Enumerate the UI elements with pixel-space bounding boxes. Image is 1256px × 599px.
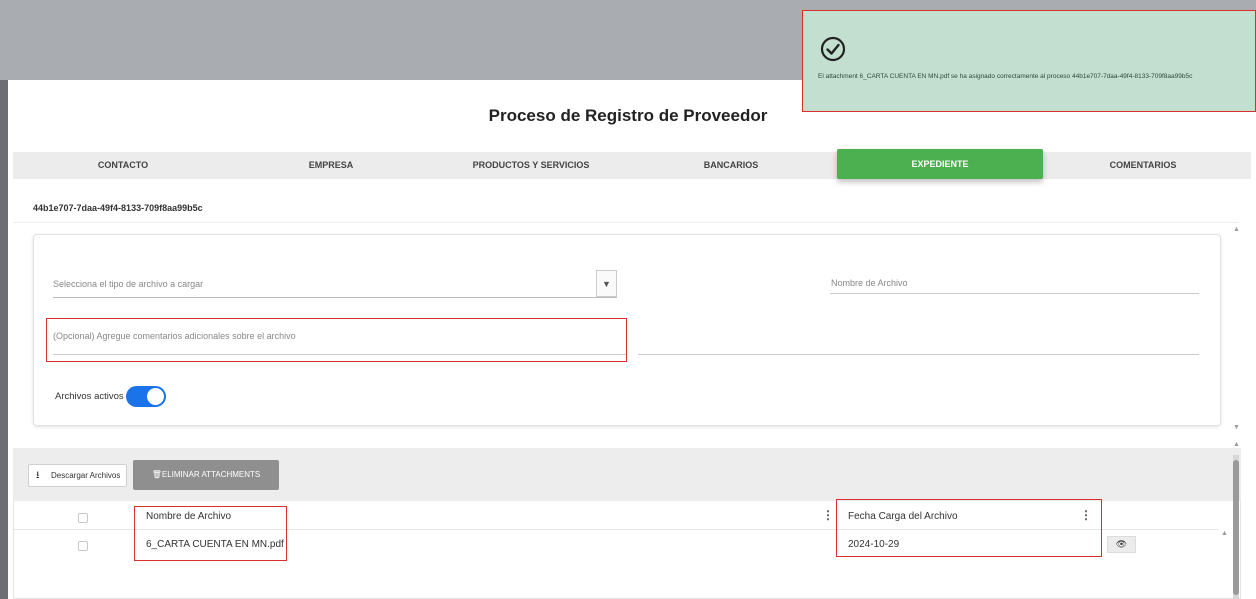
window-edge xyxy=(0,80,8,599)
view-file-button[interactable]: 👁 xyxy=(1107,536,1136,553)
dropdown-caret-icon[interactable]: ▼ xyxy=(596,270,617,297)
trash-icon: 🗑 xyxy=(151,470,162,479)
file-name-input[interactable]: Nombre de Archivo xyxy=(830,270,1199,294)
file-name-placeholder: Nombre de Archivo xyxy=(831,278,908,288)
toggle-knob xyxy=(147,388,164,405)
tab-productos-servicios[interactable]: PRODUCTOS Y SERVICIOS xyxy=(431,152,631,179)
tab-comentarios[interactable]: COMENTARIOS xyxy=(1043,152,1243,179)
file-type-placeholder: Selecciona el tipo de archivo a cargar xyxy=(53,279,204,289)
tab-empresa[interactable]: EMPRESA xyxy=(231,152,431,179)
divider xyxy=(13,222,1239,223)
delete-attachments-label: ELIMINAR ATTACHMENTS xyxy=(161,470,261,479)
file-type-select[interactable]: Selecciona el tipo de archivo a cargar xyxy=(53,270,617,298)
column-menu-icon[interactable]: ⋮ xyxy=(822,508,834,522)
delete-attachments-button[interactable]: 🗑ELIMINAR ATTACHMENTS xyxy=(133,460,279,490)
tab-bancarios[interactable]: BANCARIOS xyxy=(631,152,831,179)
download-files-button[interactable]: ⭳ Descargar Archivos xyxy=(28,464,127,487)
scroll-up-icon[interactable]: ▲ xyxy=(1233,441,1240,448)
app-frame: Proceso de Registro de Proveedor CONTACT… xyxy=(0,0,1256,599)
active-files-label: Archivos activos xyxy=(55,391,124,402)
eye-icon: 👁 xyxy=(1115,539,1128,549)
process-id: 44b1e707-7daa-49f4-8133-709f8aa99b5c xyxy=(33,203,203,213)
highlight-toast xyxy=(802,10,1256,112)
select-all-checkbox[interactable] xyxy=(78,513,88,523)
tab-bar: CONTACTO EMPRESA PRODUCTOS Y SERVICIOS B… xyxy=(13,149,1251,179)
active-files-toggle[interactable] xyxy=(126,386,166,407)
scroll-up-icon[interactable]: ▲ xyxy=(1233,226,1240,233)
download-files-label: Descargar Archivos xyxy=(51,471,121,480)
download-icon: ⭳ xyxy=(36,470,40,481)
highlight-comments xyxy=(46,318,627,362)
scroll-down-icon[interactable]: ▼ xyxy=(1233,424,1240,431)
highlight-file-name xyxy=(134,506,287,561)
grid-scrollbar-thumb[interactable] xyxy=(1233,460,1239,595)
input-underline xyxy=(638,354,1199,355)
tab-contacto[interactable]: CONTACTO xyxy=(23,152,223,179)
scroll-up-icon[interactable]: ▲ xyxy=(1221,530,1228,537)
row-checkbox[interactable] xyxy=(78,541,88,551)
highlight-upload-date xyxy=(836,499,1102,557)
tab-expediente[interactable]: EXPEDIENTE xyxy=(837,149,1043,179)
